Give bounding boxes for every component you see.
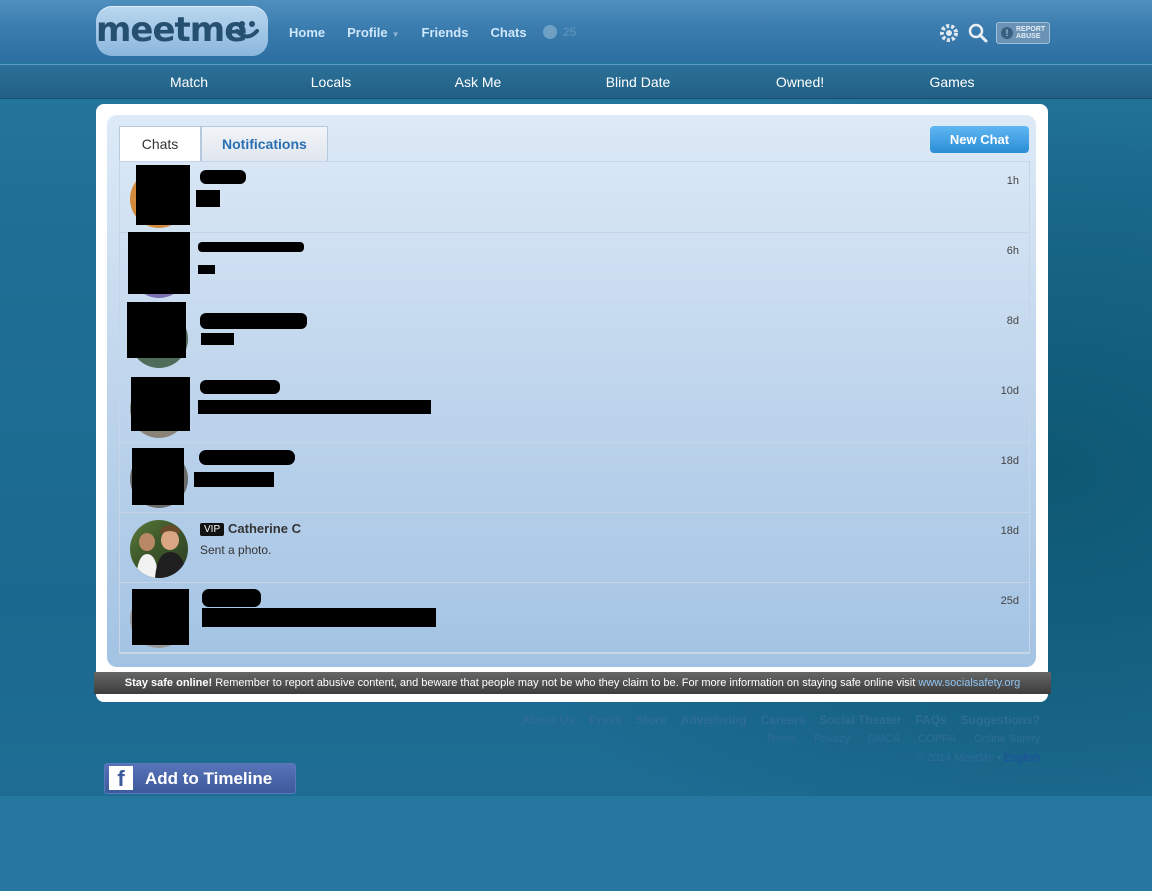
footer-copyright: © 2014 MeetMe • English <box>916 752 1040 764</box>
chat-time: 8d <box>1006 315 1019 327</box>
footer-link-faqs[interactable]: FAQs <box>915 713 946 727</box>
footer-link-store[interactable]: Store <box>636 713 667 727</box>
safety-banner: Stay safe online! Remember to report abu… <box>94 672 1051 694</box>
gear-icon[interactable] <box>938 22 960 44</box>
footer-link-dmca[interactable]: DMCA <box>868 733 900 745</box>
safety-text: Remember to report abusive content, and … <box>212 677 919 689</box>
logo-text: meetme <box>96 10 247 50</box>
nav-friends[interactable]: Friends <box>422 25 469 40</box>
redacted-avatar <box>132 589 189 645</box>
redacted-message <box>196 190 220 207</box>
chat-row[interactable]: 10d <box>120 372 1029 443</box>
chat-list: 1h 6h 8d 10d 18d VIP Catherine C Sent a … <box>119 161 1030 654</box>
meetme-logo[interactable]: meetme <box>96 6 268 56</box>
chevron-down-icon: ▼ <box>391 30 400 39</box>
chat-row[interactable]: 6h <box>120 232 1029 303</box>
footer-link-terms[interactable]: Terms <box>766 733 796 745</box>
copyright-text: © 2014 MeetMe • <box>915 752 1001 764</box>
smiley-icon <box>235 21 259 39</box>
redacted-avatar <box>127 302 186 358</box>
nav-profile-label: Profile <box>347 25 388 40</box>
language-selector[interactable]: English <box>1004 752 1040 764</box>
footer-link-privacy[interactable]: Privacy <box>814 733 850 745</box>
footer-link-coppa[interactable]: COPPA <box>918 733 956 745</box>
subnav-ask-me[interactable]: Ask Me <box>455 74 502 90</box>
redacted-name <box>200 380 280 394</box>
footer-link-press[interactable]: Press <box>589 713 622 727</box>
redacted-avatar <box>132 448 184 505</box>
redacted-message <box>198 265 215 274</box>
footer-link-social-theater[interactable]: Social Theater <box>819 713 901 727</box>
facebook-icon: f <box>109 766 133 791</box>
chat-row[interactable]: 25d <box>120 582 1029 653</box>
subnav-match[interactable]: Match <box>170 74 208 90</box>
redacted-name <box>198 242 304 252</box>
redacted-name <box>202 589 261 607</box>
report-abuse-label: REPORT ABUSE <box>1016 26 1046 40</box>
redacted-message <box>194 472 274 487</box>
footer-link-careers[interactable]: Careers <box>761 713 806 727</box>
chat-time: 6h <box>1006 245 1019 257</box>
top-header: meetme Home Profile ▼ Friends Chats 25 ! … <box>0 0 1152 62</box>
nav-chats[interactable]: Chats <box>490 25 526 40</box>
footer-links-primary: About Us Press Store Advertising Careers… <box>522 713 1040 727</box>
footer-links-secondary: Terms Privacy DMCA COPPA Online Safety <box>766 733 1040 745</box>
alert-icon: ! <box>1001 27 1013 39</box>
chats-panel: Chats Notifications New Chat 1h 6h 8d 10… <box>96 104 1048 702</box>
chat-time: 10d <box>1000 385 1019 397</box>
search-icon[interactable] <box>967 22 989 44</box>
chat-row[interactable]: 1h <box>120 162 1029 233</box>
safety-link[interactable]: www.socialsafety.org <box>918 677 1020 689</box>
chat-time: 25d <box>1000 595 1019 607</box>
chat-time: 1h <box>1006 175 1019 187</box>
nav-home[interactable]: Home <box>289 25 325 40</box>
status-dot-icon <box>543 25 557 39</box>
vip-badge: VIP <box>200 523 225 536</box>
secondary-nav: Match Locals Ask Me Blind Date Owned! Ga… <box>0 64 1152 99</box>
add-to-timeline-button[interactable]: f Add to Timeline <box>104 763 296 794</box>
redacted-name <box>199 450 295 465</box>
footer-link-about[interactable]: About Us <box>522 713 575 727</box>
footer-link-advertising[interactable]: Advertising <box>681 713 747 727</box>
redacted-message <box>198 400 431 414</box>
page-background-band <box>0 796 1152 891</box>
subnav-games[interactable]: Games <box>929 74 974 90</box>
tab-bar: Chats Notifications <box>119 126 328 161</box>
redacted-avatar <box>131 377 190 431</box>
avatar <box>130 520 188 578</box>
chat-row[interactable]: VIP Catherine C Sent a photo. 18d <box>120 512 1029 583</box>
subnav-owned[interactable]: Owned! <box>776 74 824 90</box>
redacted-avatar <box>128 232 190 294</box>
chat-row[interactable]: 8d <box>120 302 1029 373</box>
report-abuse-button[interactable]: ! REPORT ABUSE <box>996 22 1050 44</box>
new-chat-button[interactable]: New Chat <box>930 126 1029 153</box>
chats-panel-body: Chats Notifications New Chat 1h 6h 8d 10… <box>107 115 1036 667</box>
subnav-locals[interactable]: Locals <box>311 74 351 90</box>
chat-last-message: Sent a photo. <box>200 543 272 557</box>
online-status[interactable]: 25 <box>543 25 576 39</box>
footer-link-online-safety[interactable]: Online Safety <box>974 733 1040 745</box>
main-nav: Home Profile ▼ Friends Chats <box>289 25 549 40</box>
redacted-message <box>202 608 436 627</box>
nav-profile[interactable]: Profile ▼ <box>347 25 399 40</box>
redacted-name <box>200 313 307 329</box>
subnav-blind-date[interactable]: Blind Date <box>606 74 671 90</box>
chat-row[interactable]: 18d <box>120 442 1029 513</box>
chat-contact-name: Catherine C <box>228 521 301 536</box>
add-to-timeline-label: Add to Timeline <box>145 769 273 788</box>
chat-time: 18d <box>1000 455 1019 467</box>
redacted-name <box>200 170 246 184</box>
tab-chats[interactable]: Chats <box>119 126 201 161</box>
chat-time: 18d <box>1000 525 1019 537</box>
redacted-message <box>201 333 234 345</box>
redacted-avatar <box>136 165 190 225</box>
safety-title: Stay safe online! <box>124 677 213 689</box>
online-count: 25 <box>563 25 577 39</box>
profile-photo <box>136 525 186 578</box>
tab-notifications[interactable]: Notifications <box>201 126 328 161</box>
footer-link-suggestions[interactable]: Suggestions? <box>961 713 1040 727</box>
